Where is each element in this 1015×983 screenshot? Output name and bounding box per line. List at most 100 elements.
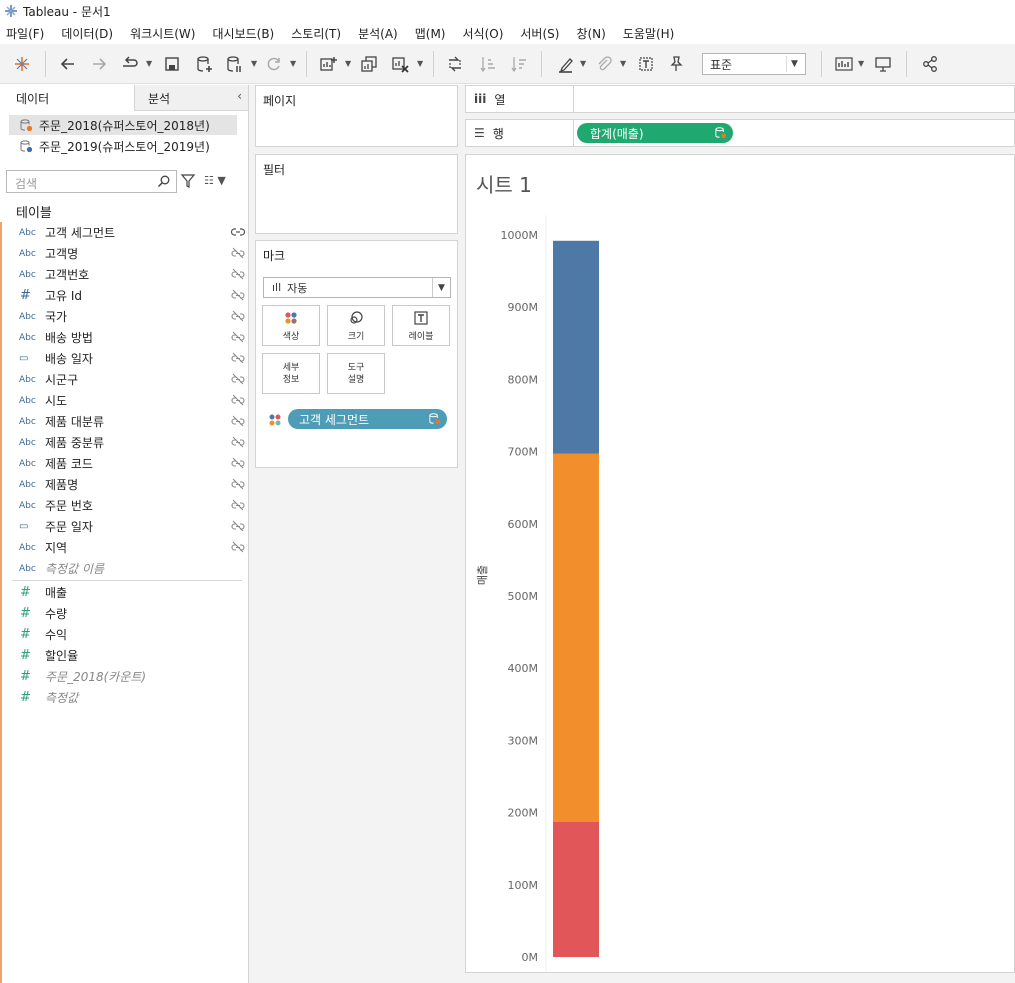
field-item[interactable]: Abc 제품 코드 bbox=[0, 453, 248, 474]
refresh-icon[interactable] bbox=[262, 52, 286, 76]
field-item[interactable]: Abc 제품 중분류 bbox=[0, 432, 248, 453]
rows-shelf[interactable]: ☰ 행 합계(매출) bbox=[465, 119, 1015, 147]
highlight-icon[interactable] bbox=[554, 52, 578, 76]
field-item[interactable]: Abc 고객번호 bbox=[0, 264, 248, 285]
bar-segment[interactable] bbox=[553, 453, 599, 822]
menu-worksheet[interactable]: 워크시트(W) bbox=[130, 25, 195, 42]
menu-dashboard[interactable]: 대시보드(B) bbox=[212, 25, 274, 42]
menu-analysis[interactable]: 분석(A) bbox=[358, 25, 398, 42]
field-item[interactable]: Abc 측정값 이름 bbox=[0, 558, 248, 579]
duplicate-sheet-icon[interactable] bbox=[357, 52, 381, 76]
presentation-mode-icon[interactable] bbox=[871, 52, 895, 76]
size-button[interactable]: 크기 bbox=[327, 305, 385, 346]
field-item[interactable]: # 수량 bbox=[0, 603, 248, 624]
field-item[interactable]: Abc 배송 방법 bbox=[0, 327, 248, 348]
tab-analysis[interactable]: 분석 ‹ bbox=[134, 85, 248, 111]
bar-segment[interactable] bbox=[553, 240, 599, 454]
show-me-icon[interactable] bbox=[832, 52, 856, 76]
tableau-home-icon[interactable] bbox=[10, 52, 34, 76]
columns-shelf[interactable]: iii 열 bbox=[465, 85, 1015, 113]
field-item[interactable]: # 매출 bbox=[0, 582, 248, 603]
save-icon[interactable] bbox=[160, 52, 184, 76]
clear-sheet-icon[interactable] bbox=[388, 52, 412, 76]
field-item[interactable]: # 수익 bbox=[0, 624, 248, 645]
field-item[interactable]: Abc 시도 bbox=[0, 390, 248, 411]
share-icon[interactable] bbox=[918, 52, 942, 76]
search-input[interactable]: 검색 bbox=[6, 170, 177, 193]
menu-file[interactable]: 파일(F) bbox=[6, 25, 44, 42]
linked-icon[interactable] bbox=[231, 226, 245, 238]
menu-data[interactable]: 데이터(D) bbox=[61, 25, 113, 42]
menu-map[interactable]: 맵(M) bbox=[415, 25, 446, 42]
datasource-icon bbox=[715, 127, 727, 139]
group-paperclip-icon[interactable] bbox=[592, 52, 616, 76]
field-item[interactable]: Abc 제품 대분류 bbox=[0, 411, 248, 432]
field-name: 지역 bbox=[45, 541, 68, 555]
fit-dropdown[interactable]: 표준 ▼ bbox=[702, 53, 806, 75]
datasource-item[interactable]: 주문_2019(슈퍼스토어_2019년) bbox=[9, 136, 237, 156]
field-item[interactable]: ▭ 배송 일자 bbox=[0, 348, 248, 369]
title-bar: Tableau - 문서1 bbox=[0, 0, 1015, 22]
replay-caret-icon[interactable]: ▼ bbox=[146, 59, 152, 68]
y-tick-label: 700M bbox=[508, 446, 539, 459]
show-labels-icon[interactable] bbox=[634, 52, 658, 76]
sort-ascending-icon[interactable] bbox=[476, 52, 500, 76]
pause-caret-icon[interactable]: ▼ bbox=[251, 59, 257, 68]
menu-server[interactable]: 서버(S) bbox=[520, 25, 559, 42]
label-button[interactable]: 레이블 bbox=[392, 305, 450, 346]
field-item[interactable]: # 고유 Id bbox=[0, 285, 248, 306]
pin-axes-icon[interactable] bbox=[664, 52, 688, 76]
field-name: 수익 bbox=[45, 628, 68, 642]
field-item[interactable]: # 주문_2018(카운트) bbox=[0, 666, 248, 687]
pause-updates-icon[interactable] bbox=[222, 52, 246, 76]
pages-card[interactable]: 페이지 bbox=[255, 85, 458, 147]
show-me-caret-icon[interactable]: ▼ bbox=[858, 59, 864, 68]
field-item[interactable]: Abc 주문 번호 bbox=[0, 495, 248, 516]
toolbar: ▼ ▼ ▼ ▼ ▼ ▼ ▼ 표준 ▼ ▼ bbox=[0, 44, 1015, 84]
field-item[interactable]: Abc 지역 bbox=[0, 537, 248, 558]
new-datasource-icon[interactable] bbox=[192, 52, 216, 76]
swap-rows-columns-icon[interactable] bbox=[443, 52, 467, 76]
field-item[interactable]: # 측정값 bbox=[0, 687, 248, 708]
view-options-icon[interactable]: ☷ ▼ bbox=[204, 174, 234, 188]
field-name: 고유 Id bbox=[45, 289, 83, 303]
field-item[interactable]: Abc 고객명 bbox=[0, 243, 248, 264]
field-item[interactable]: Abc 시군구 bbox=[0, 369, 248, 390]
filter-icon[interactable] bbox=[180, 173, 196, 189]
label-label: 레이블 bbox=[408, 331, 434, 342]
y-tick-label: 800M bbox=[508, 373, 539, 386]
refresh-caret-icon[interactable]: ▼ bbox=[290, 59, 296, 68]
new-sheet-caret-icon[interactable]: ▼ bbox=[345, 59, 351, 68]
color-button[interactable]: 색상 bbox=[262, 305, 320, 346]
clear-caret-icon[interactable]: ▼ bbox=[417, 59, 423, 68]
sort-descending-icon[interactable] bbox=[507, 52, 531, 76]
field-item[interactable]: Abc 국가 bbox=[0, 306, 248, 327]
y-axis-title[interactable]: 매출 bbox=[476, 565, 489, 585]
field-name: 제품 중분류 bbox=[45, 436, 105, 450]
marks-color-pill[interactable]: 고객 세그먼트 bbox=[288, 409, 447, 429]
new-worksheet-icon[interactable] bbox=[316, 52, 340, 76]
rows-measure-pill[interactable]: 합계(매출) bbox=[577, 123, 733, 143]
collapse-pane-icon[interactable]: ‹ bbox=[237, 89, 242, 103]
view-area: iii 열 ☰ 행 합계(매출) 시트 1 0M 100M 200M 300M 400M… bbox=[463, 85, 1015, 983]
menu-format[interactable]: 서식(O) bbox=[463, 25, 504, 42]
highlight-caret-icon[interactable]: ▼ bbox=[580, 59, 586, 68]
replay-icon[interactable] bbox=[118, 52, 142, 76]
field-item[interactable]: Abc 고객 세그먼트 bbox=[0, 222, 248, 243]
field-item[interactable]: # 할인율 bbox=[0, 645, 248, 666]
field-item[interactable]: ▭ 주문 일자 bbox=[0, 516, 248, 537]
group-caret-icon[interactable]: ▼ bbox=[620, 59, 626, 68]
menu-help[interactable]: 도움말(H) bbox=[623, 25, 675, 42]
tooltip-button[interactable]: 도구 설명 bbox=[327, 353, 385, 394]
bar-segment[interactable] bbox=[553, 821, 599, 957]
datasource-item[interactable]: 주문_2018(슈퍼스토어_2018년) bbox=[9, 115, 237, 135]
menu-window[interactable]: 창(N) bbox=[576, 25, 605, 42]
filters-card[interactable]: 필터 bbox=[255, 154, 458, 234]
detail-button[interactable]: 세부 정보 bbox=[262, 353, 320, 394]
tab-data[interactable]: 데이터 bbox=[0, 85, 134, 111]
redo-icon[interactable] bbox=[87, 52, 111, 76]
undo-icon[interactable] bbox=[56, 52, 80, 76]
field-item[interactable]: Abc 제품명 bbox=[0, 474, 248, 495]
mark-type-dropdown[interactable]: ıll 자동 ▼ bbox=[263, 277, 451, 298]
menu-story[interactable]: 스토리(T) bbox=[291, 25, 341, 42]
